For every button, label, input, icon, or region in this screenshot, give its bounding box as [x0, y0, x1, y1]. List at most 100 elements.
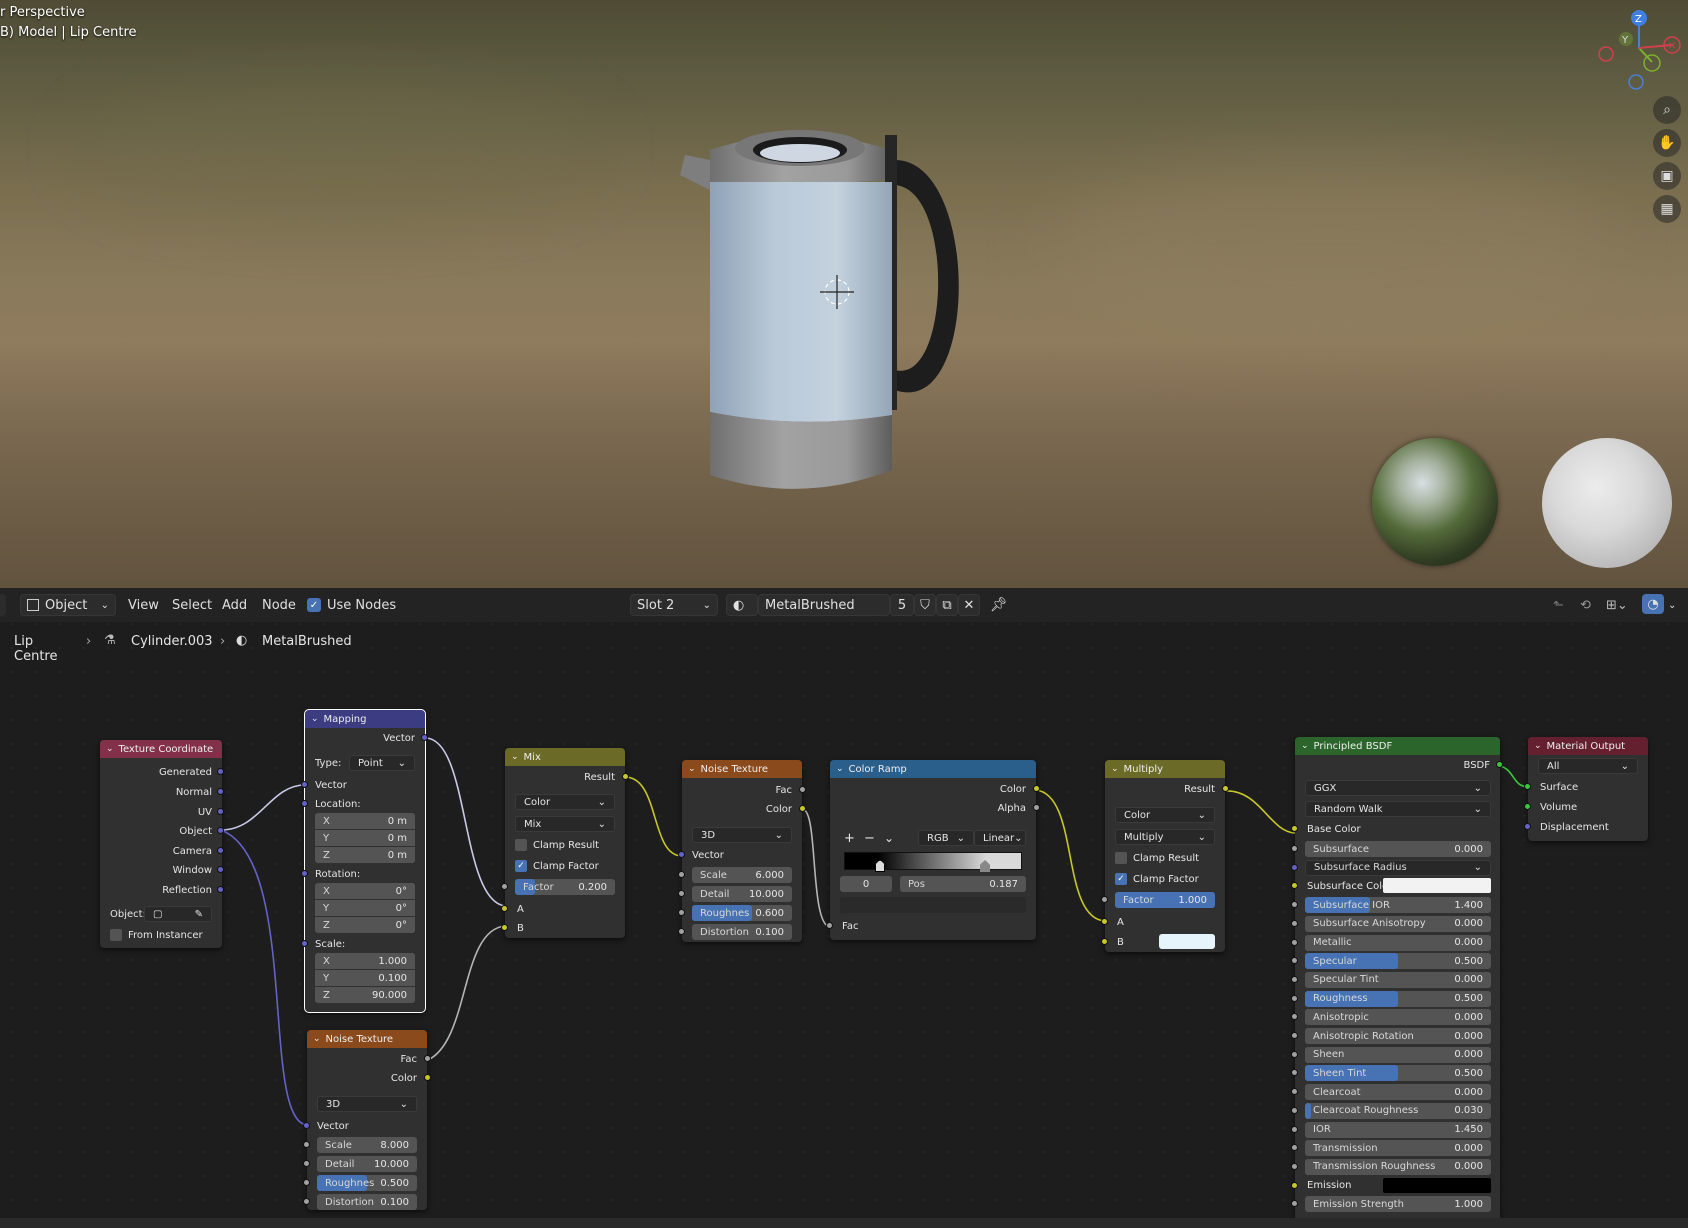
- node-header[interactable]: ⌄ Principled BSDF: [1295, 737, 1500, 755]
- data-type-dropdown[interactable]: Color ⌄: [1115, 807, 1215, 823]
- bsdf-input-field[interactable]: Emission Strength 1.000: [1305, 1196, 1491, 1213]
- detail-field[interactable]: Detail 10.000: [692, 886, 792, 902]
- blend-mode-dropdown[interactable]: Mix ⌄: [515, 816, 615, 832]
- socket-input[interactable]: [1291, 845, 1298, 852]
- camera-icon[interactable]: ▣: [1653, 162, 1681, 190]
- bsdf-input-field[interactable]: Subsurface Anisotropy 0.000: [1305, 915, 1491, 932]
- socket-detail[interactable]: [303, 1160, 310, 1167]
- editor-type-stub[interactable]: [0, 594, 6, 616]
- socket-location[interactable]: [301, 800, 308, 807]
- socket-displacement[interactable]: [1524, 823, 1531, 830]
- socket-uv[interactable]: [217, 808, 224, 815]
- subsurface-method-dropdown[interactable]: Random Walk ⌄: [1305, 801, 1491, 817]
- fake-user-icon[interactable]: ⛉: [914, 594, 936, 616]
- pan-hand-icon[interactable]: ✋: [1653, 129, 1681, 157]
- collapse-icon[interactable]: ⌄: [106, 744, 114, 754]
- rotation-z-field[interactable]: Z 0°: [315, 917, 415, 933]
- bsdf-input-field[interactable]: Clearcoat 0.000: [1305, 1084, 1491, 1101]
- socket-alpha[interactable]: [1033, 804, 1040, 811]
- bsdf-input-field[interactable]: Subsurface IOR 1.400: [1305, 897, 1491, 914]
- socket-fac-in[interactable]: [826, 922, 833, 929]
- socket-input[interactable]: [1291, 901, 1298, 909]
- bsdf-input-field[interactable]: Specular 0.500: [1305, 953, 1491, 970]
- bsdf-input-field[interactable]: Subsurface 0.000: [1305, 841, 1491, 857]
- socket-scale[interactable]: [303, 1141, 310, 1148]
- bsdf-input-field[interactable]: Metallic 0.000: [1305, 934, 1491, 951]
- unlink-icon[interactable]: ✕: [958, 594, 980, 616]
- socket-result[interactable]: [622, 773, 629, 780]
- dimensions-dropdown[interactable]: 3D ⌄: [317, 1096, 417, 1112]
- principled-bsdf-node[interactable]: ⌄ Principled BSDF BSDF GGX ⌄ Random Walk ⌄ …: [1291, 737, 1503, 1228]
- snap-mode-icon[interactable]: ⊞⌄: [1606, 594, 1628, 616]
- interpolation-dropdown[interactable]: Linear ⌄: [974, 830, 1026, 846]
- material-name-field[interactable]: MetalBrushed: [758, 594, 890, 616]
- socket-a[interactable]: [501, 905, 508, 912]
- scale-field[interactable]: Scale 8.000: [317, 1137, 417, 1153]
- noise-texture-node-1[interactable]: ⌄ Noise Texture Fac Color 3D ⌄ Vector Scal…: [678, 760, 806, 942]
- bsdf-input-field[interactable]: Clearcoat Roughness 0.030: [1305, 1102, 1491, 1119]
- socket-input[interactable]: [1291, 1032, 1298, 1039]
- hdri-chrome-sphere[interactable]: [1372, 438, 1498, 566]
- material-users-count[interactable]: 5: [890, 594, 914, 616]
- material-output-node[interactable]: ⌄ Material Output All ⌄ Surface Volume Dis…: [1524, 737, 1648, 841]
- socket-roughness[interactable]: [678, 909, 685, 916]
- collapse-icon[interactable]: ⌄: [688, 764, 696, 774]
- scale-field[interactable]: Scale 6.000: [692, 867, 792, 883]
- socket-roughness[interactable]: [303, 1179, 310, 1186]
- socket-color[interactable]: [424, 1074, 431, 1081]
- collapse-icon[interactable]: ⌄: [1111, 764, 1119, 774]
- color-swatch[interactable]: [1383, 878, 1491, 894]
- collapse-icon[interactable]: ⌄: [511, 752, 519, 762]
- navigation-gizmo[interactable]: Z Y ✕: [1594, 6, 1684, 96]
- socket-scale[interactable]: [301, 940, 308, 947]
- clamp-factor-checkbox[interactable]: ✓ Clamp Factor: [515, 858, 599, 874]
- bsdf-input-field[interactable]: Transmission 0.000: [1305, 1140, 1491, 1157]
- clamp-result-checkbox[interactable]: Clamp Result: [1115, 850, 1199, 866]
- socket-factor[interactable]: [501, 883, 508, 890]
- location-y-field[interactable]: Y 0 m: [315, 830, 415, 846]
- factor-slider[interactable]: Factor 1.000: [1115, 892, 1215, 908]
- node-header[interactable]: ⌄ Texture Coordinate: [100, 740, 222, 758]
- multiply-node[interactable]: ⌄ Multiply Result Color ⌄ Multiply ⌄ Clamp …: [1101, 760, 1229, 952]
- rotation-x-field[interactable]: X 0°: [315, 883, 415, 899]
- collapse-icon[interactable]: ⌄: [311, 714, 319, 724]
- socket-window[interactable]: [217, 866, 224, 873]
- socket-normal[interactable]: [217, 788, 224, 795]
- socket-input[interactable]: [1291, 882, 1298, 890]
- collapse-icon[interactable]: ⌄: [313, 1034, 321, 1044]
- socket-input[interactable]: [1291, 938, 1298, 946]
- bsdf-input-field[interactable]: Subsurface Radius ⌄: [1305, 859, 1491, 876]
- socket-fac[interactable]: [799, 786, 806, 793]
- object-picker-field[interactable]: ▢ ✎: [144, 906, 212, 922]
- scale-x-field[interactable]: X 1.000: [315, 953, 415, 969]
- factor-slider[interactable]: Factor 0.200: [515, 879, 615, 895]
- node-header[interactable]: ⌄ Material Output: [1528, 737, 1648, 755]
- collapse-icon[interactable]: ⌄: [836, 764, 844, 774]
- menu-add[interactable]: Add: [222, 594, 247, 616]
- node-header[interactable]: ⌄ Mix: [505, 748, 625, 766]
- socket-reflection[interactable]: [217, 886, 224, 893]
- location-z-field[interactable]: Z 0 m: [315, 847, 415, 863]
- socket-input[interactable]: [1291, 1088, 1298, 1096]
- node-header[interactable]: ⌄ Multiply: [1105, 760, 1225, 778]
- hdri-diffuse-sphere[interactable]: [1542, 438, 1672, 568]
- color-swatch[interactable]: [1383, 1177, 1491, 1193]
- stop-index-field[interactable]: 0: [840, 876, 892, 892]
- data-type-dropdown[interactable]: Color ⌄: [515, 794, 615, 810]
- roughness-slider[interactable]: Roughnes 0.500: [317, 1175, 417, 1191]
- menu-select[interactable]: Select: [172, 594, 212, 616]
- node-header[interactable]: ⌄ Noise Texture: [682, 760, 802, 778]
- socket-camera[interactable]: [217, 847, 224, 854]
- rotation-y-field[interactable]: Y 0°: [315, 900, 415, 916]
- socket-input[interactable]: [1291, 994, 1298, 1002]
- mapping-node[interactable]: ⌄ Mapping Vector Type: Point ⌄ Vector Loca…: [301, 709, 428, 1013]
- socket-bsdf[interactable]: [1496, 761, 1503, 768]
- socket-a[interactable]: [1101, 918, 1108, 925]
- color-b-swatch[interactable]: [1159, 934, 1215, 949]
- socket-input[interactable]: [1291, 1125, 1298, 1133]
- socket-input[interactable]: [1291, 1162, 1298, 1170]
- bsdf-input-field[interactable]: IOR 1.450: [1305, 1121, 1491, 1138]
- duplicate-icon[interactable]: ⧉: [936, 594, 958, 616]
- 3d-viewport[interactable]: r Perspective B) Model | Lip Centre Z Y …: [0, 0, 1688, 588]
- socket-input[interactable]: [1291, 975, 1298, 983]
